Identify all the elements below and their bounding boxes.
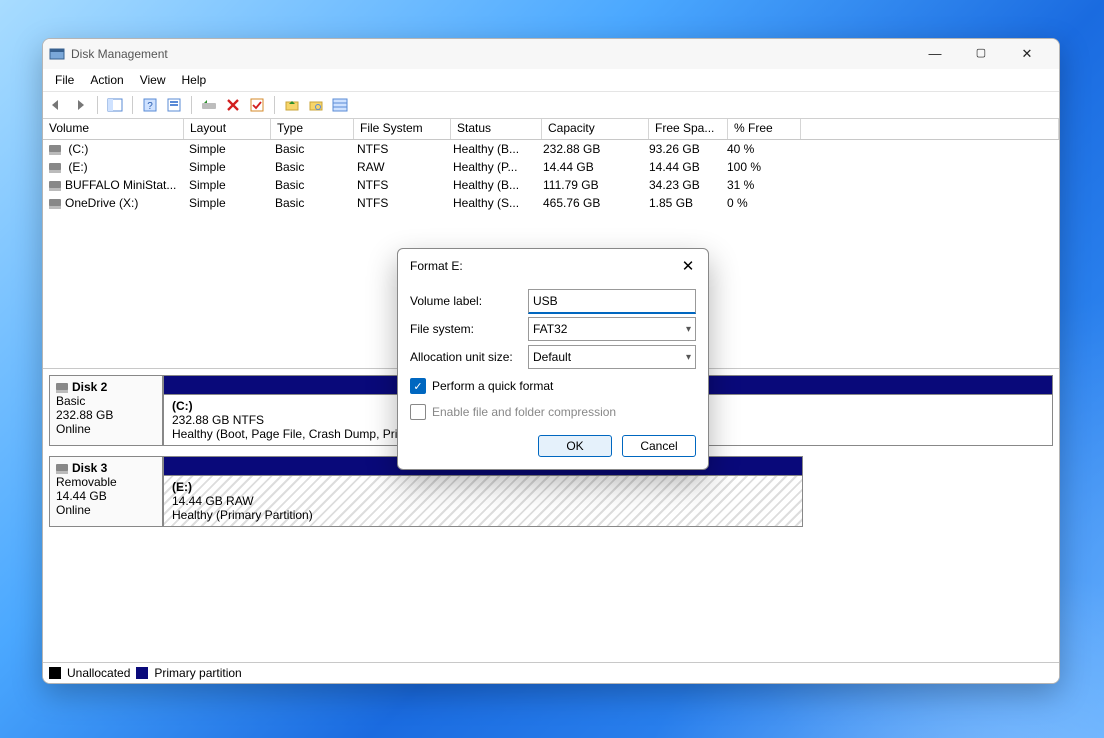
list-view-icon[interactable] [331, 96, 349, 114]
legend: Unallocated Primary partition [43, 662, 1059, 683]
cancel-button[interactable]: Cancel [622, 435, 696, 457]
drive-icon [56, 464, 68, 474]
disk-state: Online [56, 422, 156, 436]
drive-icon [56, 383, 68, 393]
maximize-button[interactable]: ▢ [969, 46, 993, 62]
titlebar[interactable]: Disk Management — ▢ ✕ [43, 39, 1059, 69]
window-title: Disk Management [71, 47, 168, 61]
partition-label: (E:) [172, 480, 794, 494]
col-pct[interactable]: % Free [728, 119, 801, 139]
forward-icon[interactable] [71, 96, 89, 114]
allocation-unit-label: Allocation unit size: [410, 350, 528, 364]
quick-format-label: Perform a quick format [432, 379, 553, 393]
disk-type: Removable [56, 475, 156, 489]
compression-checkbox [410, 404, 426, 420]
volume-row[interactable]: BUFFALO MiniStat... Simple Basic NTFS He… [43, 176, 1059, 194]
disk-3-info[interactable]: Disk 3 Removable 14.44 GB Online [49, 456, 163, 527]
file-system-label: File system: [410, 322, 528, 336]
ok-button[interactable]: OK [538, 435, 612, 457]
quick-format-checkbox[interactable]: ✓ [410, 378, 426, 394]
drive-icon [49, 199, 61, 209]
col-free[interactable]: Free Spa... [649, 119, 728, 139]
app-icon [49, 46, 65, 62]
svg-text:?: ? [147, 101, 153, 112]
col-capacity[interactable]: Capacity [542, 119, 649, 139]
file-system-value: FAT32 [533, 322, 567, 336]
allocation-unit-select[interactable]: Default ▾ [528, 345, 696, 369]
disk-3-partition[interactable]: (E:) 14.44 GB RAW Healthy (Primary Parti… [163, 475, 803, 527]
legend-primary: Primary partition [154, 666, 241, 680]
menu-file[interactable]: File [49, 71, 80, 89]
help-icon[interactable]: ? [141, 96, 159, 114]
disk-state: Online [56, 503, 156, 517]
menu-view[interactable]: View [134, 71, 172, 89]
show-hide-tree-icon[interactable] [106, 96, 124, 114]
minimize-button[interactable]: — [923, 46, 947, 62]
partition-status: Healthy (Primary Partition) [172, 508, 794, 522]
col-type[interactable]: Type [271, 119, 354, 139]
close-button[interactable]: ✕ [1015, 46, 1039, 62]
legend-unallocated: Unallocated [67, 666, 130, 680]
disk-size: 14.44 GB [56, 489, 156, 503]
menubar: File Action View Help [43, 69, 1059, 92]
col-status[interactable]: Status [451, 119, 542, 139]
volume-label-input[interactable] [528, 289, 696, 314]
folder-search-icon[interactable] [307, 96, 325, 114]
disk-label: Disk 3 [72, 461, 107, 475]
chevron-down-icon: ▾ [686, 352, 691, 363]
file-system-select[interactable]: FAT32 ▾ [528, 317, 696, 341]
drive-icon [49, 181, 61, 191]
partition-size-fs: 14.44 GB RAW [172, 494, 794, 508]
volume-row[interactable]: OneDrive (X:) Simple Basic NTFS Healthy … [43, 194, 1059, 212]
apply-icon[interactable] [248, 96, 266, 114]
delete-icon[interactable] [224, 96, 242, 114]
legend-swatch-primary [136, 667, 148, 679]
compression-label: Enable file and folder compression [432, 405, 616, 419]
drive-icon [49, 163, 61, 173]
col-layout[interactable]: Layout [184, 119, 271, 139]
col-volume[interactable]: Volume [43, 119, 184, 139]
col-fs[interactable]: File System [354, 119, 451, 139]
allocation-unit-value: Default [533, 350, 571, 364]
volume-row[interactable]: (E:) Simple Basic RAW Healthy (P... 14.4… [43, 158, 1059, 176]
dialog-close-icon[interactable]: ✕ [678, 257, 698, 275]
properties-icon[interactable] [165, 96, 183, 114]
disk-size: 232.88 GB [56, 408, 156, 422]
volume-list-header: Volume Layout Type File System Status Ca… [43, 119, 1059, 140]
toolbar: ? [43, 92, 1059, 119]
menu-help[interactable]: Help [176, 71, 213, 89]
menu-action[interactable]: Action [84, 71, 129, 89]
refresh-icon[interactable] [200, 96, 218, 114]
volume-label-label: Volume label: [410, 294, 528, 308]
back-icon[interactable] [47, 96, 65, 114]
volume-row[interactable]: (C:) Simple Basic NTFS Healthy (B... 232… [43, 140, 1059, 158]
dialog-title: Format E: [410, 259, 678, 273]
dialog-titlebar[interactable]: Format E: ✕ [398, 249, 708, 281]
folder-up-icon[interactable] [283, 96, 301, 114]
chevron-down-icon: ▾ [686, 324, 691, 335]
format-dialog: Format E: ✕ Volume label: File system: F… [397, 248, 709, 470]
legend-swatch-unallocated [49, 667, 61, 679]
disk-2-info[interactable]: Disk 2 Basic 232.88 GB Online [49, 375, 163, 446]
drive-icon [49, 145, 61, 155]
disk-type: Basic [56, 394, 156, 408]
disk-label: Disk 2 [72, 380, 107, 394]
